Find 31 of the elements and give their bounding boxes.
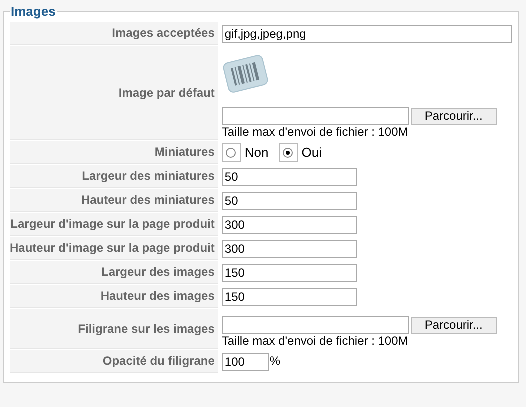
text-field[interactable]: 50: [222, 192, 357, 210]
field-label: Images acceptées: [10, 22, 218, 45]
file-path-field[interactable]: [222, 316, 409, 334]
field-label: Largeur d'image sur la page produit: [10, 213, 218, 236]
field-label: Hauteur des miniatures: [10, 189, 218, 212]
field-label: Filigrane sur les images: [10, 309, 218, 349]
upload-limit-note: Taille max d'envoi de fichier : 100M: [222, 125, 410, 139]
field-label: Opacité du filigrane: [10, 350, 218, 373]
text-field[interactable]: 300: [222, 216, 357, 234]
radio-button[interactable]: [283, 148, 294, 158]
text-field[interactable]: gif,jpg,jpeg,png: [222, 24, 512, 42]
text-field[interactable]: 300: [222, 240, 357, 258]
section-title: Images: [10, 4, 57, 19]
field-label: Largeur des images: [10, 261, 218, 284]
upload-limit-note: Taille max d'envoi de fichier : 100M: [222, 334, 410, 348]
field-label: Hauteur d'image sur la page produit: [10, 237, 218, 260]
field-label: Image par défaut: [10, 46, 218, 140]
opacity-field[interactable]: 100: [222, 352, 269, 370]
field-label: Hauteur des images: [10, 285, 218, 308]
file-path-field[interactable]: [222, 107, 409, 125]
unit-label: %: [270, 354, 281, 368]
radio-label: Non: [244, 145, 269, 160]
field-label: Largeur des miniatures: [10, 165, 218, 188]
browse-button[interactable]: Parcourir...: [410, 108, 497, 124]
radio-label: Oui: [302, 145, 322, 160]
text-field[interactable]: 150: [222, 288, 357, 306]
text-field[interactable]: 150: [222, 264, 357, 282]
field-label: Miniatures: [10, 141, 218, 164]
radio-button[interactable]: [226, 148, 236, 158]
text-field[interactable]: 50: [222, 168, 357, 186]
browse-button[interactable]: Parcourir...: [410, 316, 497, 334]
